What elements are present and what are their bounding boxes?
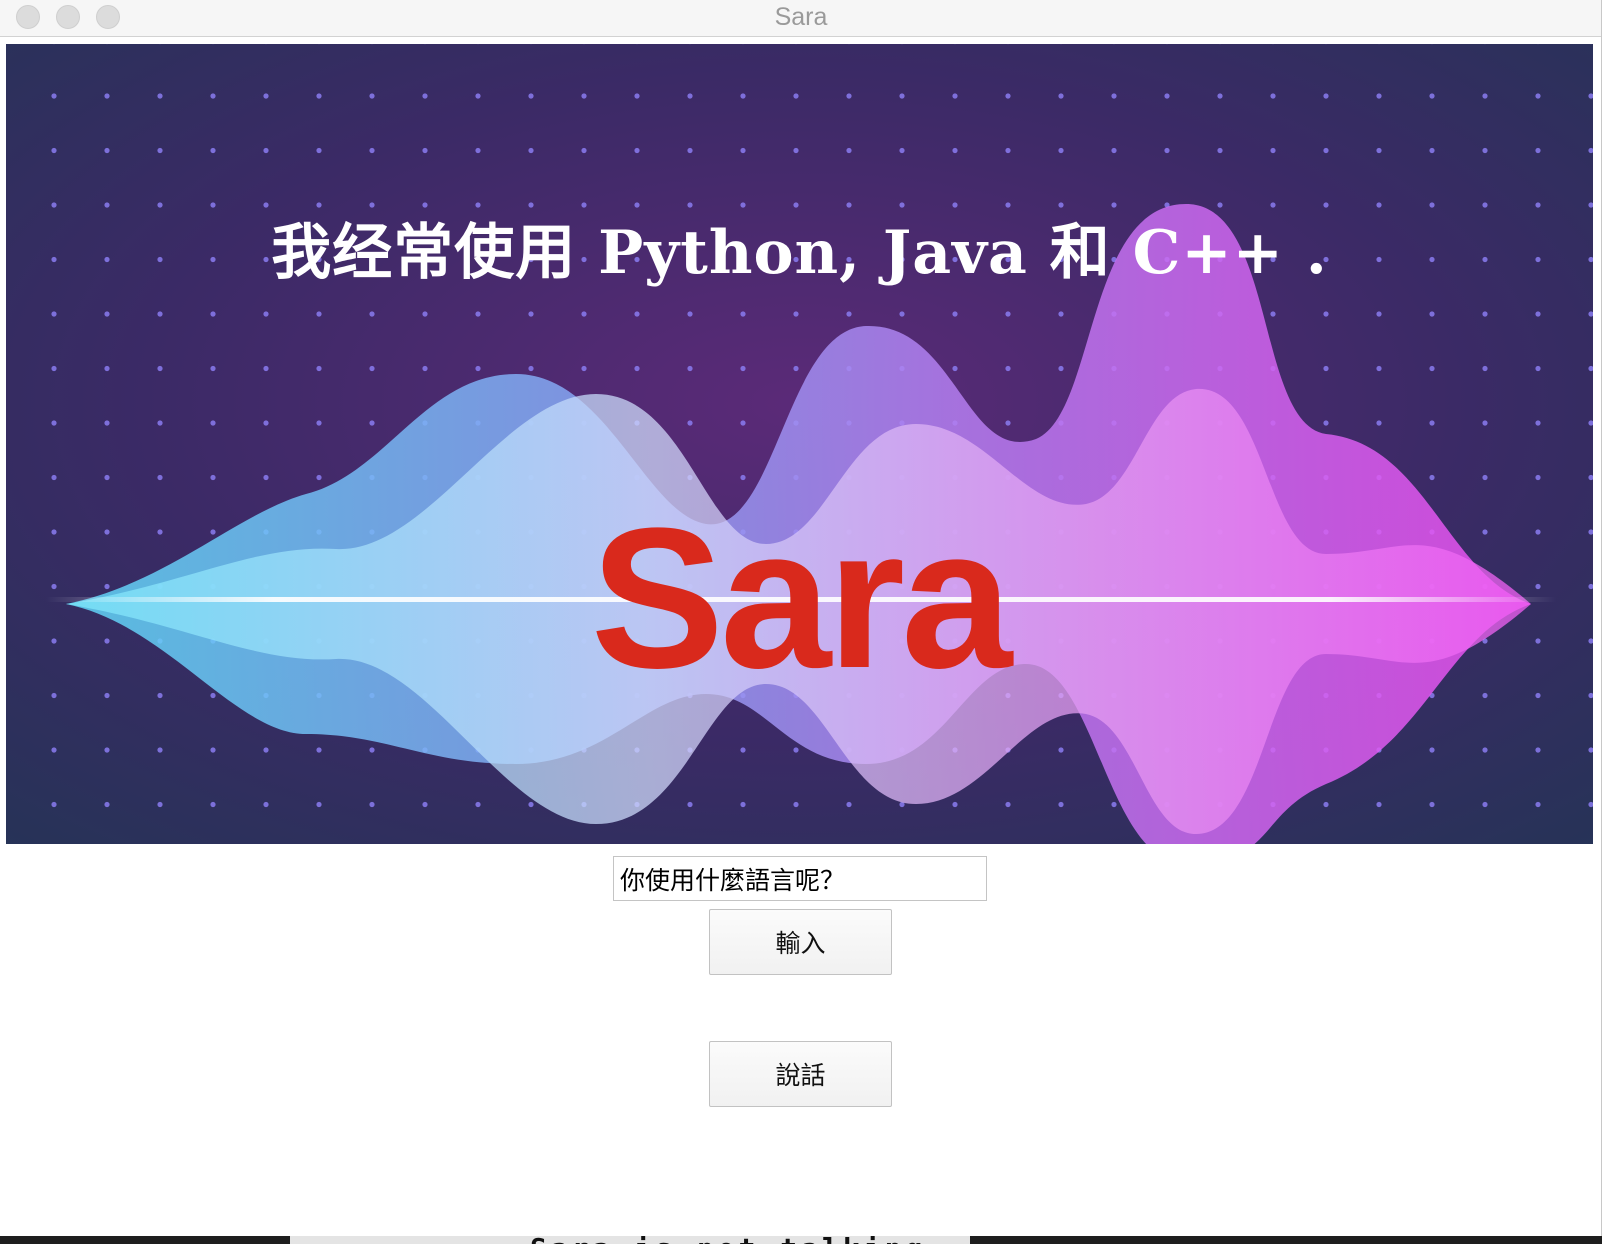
background-terminal: Sara is not talking [290, 1236, 970, 1244]
app-window: Sara 我经常使用 Python, Java 和 C++ . Sara 你使用… [0, 0, 1602, 1236]
speak-button[interactable]: 說話 [709, 1041, 892, 1107]
query-input[interactable] [613, 856, 987, 901]
sara-logo: Sara [590, 487, 1013, 710]
title-bar[interactable]: Sara [0, 0, 1601, 37]
sound-wave-artwork [6, 44, 1593, 844]
terminal-output-text: Sara is not talking [530, 1236, 926, 1244]
voice-assistant-banner: 我经常使用 Python, Java 和 C++ . Sara [6, 44, 1593, 844]
spoken-response-caption: 我经常使用 Python, Java 和 C++ . [271, 218, 1328, 288]
enter-button[interactable]: 輸入 [709, 909, 892, 975]
window-title: Sara [774, 3, 828, 31]
